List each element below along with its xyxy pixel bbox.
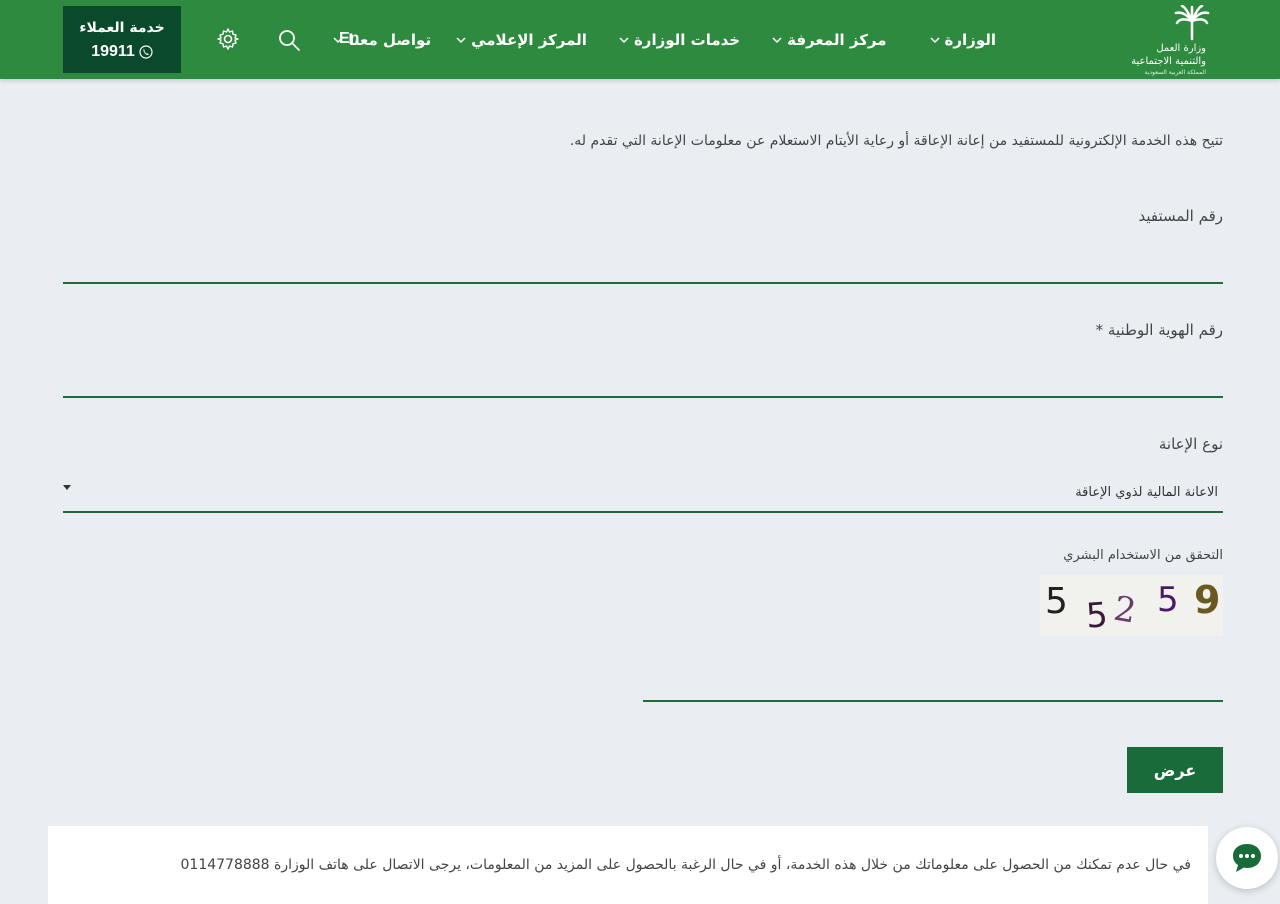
- captcha-image: 5 5 2 5 9: [1040, 575, 1223, 637]
- nav-item-label: مركز المعرفة: [787, 30, 887, 49]
- language-toggle-button[interactable]: En: [339, 30, 359, 48]
- customer-service-box[interactable]: خدمة العملاء 19911: [63, 6, 181, 73]
- customer-service-phone: 19911: [63, 43, 181, 61]
- top-header: وزارة العمل والتنمية الاجتماعية المملكة …: [0, 0, 1280, 79]
- submit-button[interactable]: عرض: [1127, 747, 1223, 793]
- captcha-char: 5: [1157, 580, 1179, 620]
- chat-bubble-icon: [1233, 844, 1261, 872]
- palm-icon: [1174, 5, 1210, 41]
- ministry-logo[interactable]: وزارة العمل والتنمية الاجتماعية المملكة …: [1131, 5, 1214, 76]
- nav-item-label: تواصل معنا: [348, 30, 432, 49]
- captcha-label: التحقق من الاستخدام البشري: [1063, 548, 1223, 563]
- captcha-char: 2: [1111, 589, 1139, 632]
- chevron-down-icon: [771, 34, 783, 46]
- captcha-char: 5: [1085, 595, 1109, 636]
- chevron-down-icon: [618, 34, 630, 46]
- main-nav: الوزارة مركز المعرفة خدمات الوزارة المرك…: [332, 0, 996, 79]
- nav-item-ministry-services[interactable]: خدمات الوزارة: [618, 31, 740, 49]
- nav-item-label: المركز الإعلامي: [471, 30, 587, 49]
- customer-service-title: خدمة العملاء: [79, 20, 165, 36]
- contact-notice-text: في حال عدم تمكنك من الحصول على معلوماتك …: [180, 857, 1191, 873]
- logo-text-development: والتنمية الاجتماعية: [1131, 56, 1206, 67]
- captcha-input[interactable]: [643, 670, 1223, 702]
- chevron-down-icon: [929, 34, 941, 46]
- service-description: تتيح هذه الخدمة الإلكترونية للمستفيد من …: [569, 133, 1223, 149]
- nav-item-ministry[interactable]: الوزارة: [929, 31, 996, 49]
- nav-item-media-center[interactable]: المركز الإعلامي: [455, 31, 587, 49]
- captcha-char: 9: [1194, 578, 1220, 622]
- captcha-char: 5: [1045, 581, 1068, 622]
- nav-item-knowledge-center[interactable]: مركز المعرفة: [771, 30, 887, 49]
- aid-type-label: نوع الإعانة: [1158, 435, 1223, 453]
- nav-item-label: خدمات الوزارة: [633, 30, 741, 49]
- nav-item-label: الوزارة: [944, 30, 996, 49]
- national-id-input[interactable]: [63, 368, 1223, 398]
- beneficiary-number-input[interactable]: [63, 254, 1223, 284]
- logo-text-ministry: وزارة العمل: [1156, 43, 1206, 54]
- logo-text-kingdom: المملكة العربية السعودية: [1144, 69, 1206, 76]
- chevron-down-icon: [455, 34, 467, 46]
- customer-service-number: 19911: [91, 43, 135, 60]
- beneficiary-number-label: رقم المستفيد: [1138, 207, 1223, 225]
- chat-button[interactable]: [1216, 827, 1278, 889]
- national-id-label: رقم الهوية الوطنية *: [1095, 321, 1223, 339]
- phone-icon: [139, 45, 153, 59]
- caret-down-icon: [63, 485, 71, 490]
- contact-notice: في حال عدم تمكنك من الحصول على معلوماتك …: [48, 826, 1208, 904]
- aid-type-selected-value: الاعانة المالية لذوي الإعاقة: [1075, 485, 1218, 500]
- gear-icon[interactable]: [216, 27, 240, 51]
- search-icon[interactable]: [277, 28, 301, 52]
- aid-type-select[interactable]: الاعانة المالية لذوي الإعاقة: [63, 477, 1223, 513]
